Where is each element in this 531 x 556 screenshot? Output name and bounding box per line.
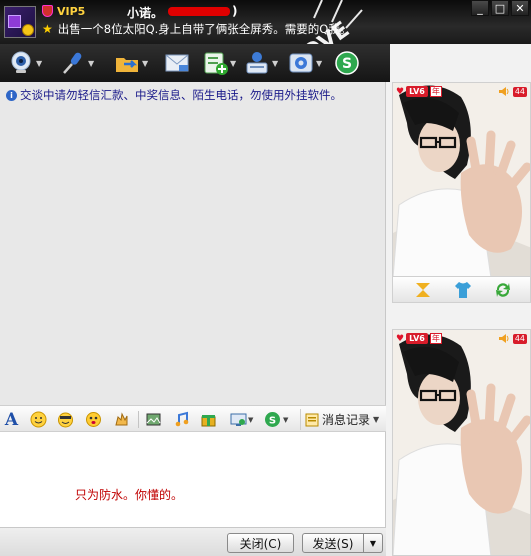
video-call-icon (11, 51, 31, 73)
settings-button[interactable]: ▼ (288, 48, 322, 78)
smiley-status-icon (22, 24, 34, 36)
draft-message-text: 只为防水。你懂的。 (75, 488, 184, 502)
chevron-down-icon[interactable]: ▼ (373, 415, 379, 424)
file-transfer-icon (116, 58, 138, 72)
close-icon[interactable]: ✕ (511, 0, 529, 16)
volume-value: 44 (512, 86, 527, 97)
vip-badge: VIP5 (42, 4, 85, 18)
soso-search-button[interactable]: S (334, 48, 360, 78)
security-notice: i 交谈中请勿轻信汇款、中奖信息、陌生电话，勿使用外挂软件。 (6, 87, 342, 103)
email-button[interactable] (164, 48, 190, 78)
chevron-down-icon[interactable]: ▼ (88, 59, 94, 68)
settings-icon (289, 53, 313, 73)
toolbar-divider (138, 411, 139, 428)
window-controls: _ □ ✕ (471, 0, 529, 16)
email-icon (165, 54, 189, 72)
redacted-id (168, 7, 230, 16)
level-badge: ♥ LV6 年 (396, 333, 442, 344)
speaker-icon (498, 87, 509, 96)
signature-text: 出售一个8位太阳Q.身上自带了俩张全屏秀。需要的Q我。 (57, 22, 352, 36)
search-s-icon: S (335, 51, 359, 75)
info-card-button[interactable]: ▼ (244, 48, 278, 78)
contact-signature: ★ 出售一个8位太阳Q.身上自带了俩张全屏秀。需要的Q我。 (42, 22, 351, 36)
refresh-icon[interactable] (493, 280, 513, 300)
level-label: LV6 (406, 86, 428, 97)
screenshot-icon[interactable] (144, 410, 163, 429)
smiley-icon[interactable] (29, 410, 48, 429)
chevron-down-icon[interactable]: ▼ (142, 59, 148, 68)
input-format-toolbar: A ▼ S ▼ 消息记录 ▼ (0, 405, 386, 432)
avatar-inner-icon (8, 15, 21, 28)
volume-value: 44 (512, 333, 527, 344)
add-contact-button[interactable]: ▼ (202, 48, 236, 78)
my-video-show[interactable]: ♥ LV6 年 44 (392, 329, 531, 556)
info-card-icon (246, 52, 268, 74)
add-contact-icon (204, 52, 228, 75)
main-toolbar: ▼ ▼ ▼ ▼ ▼ ▼ S (0, 44, 390, 82)
vip-label: VIP5 (57, 4, 86, 18)
video-tools-bar (392, 277, 531, 303)
star-icon: ★ (42, 22, 53, 36)
vip-crown-icon (42, 5, 53, 17)
action-bar: 关闭(C) 发送(S) ▼ (0, 527, 386, 556)
screen-share-icon[interactable] (229, 410, 248, 429)
history-label: 消息记录 (322, 413, 371, 427)
volume-indicator[interactable]: 44 (498, 333, 527, 344)
heart-icon: ♥ (396, 86, 405, 97)
chevron-down-icon[interactable]: ▼ (316, 59, 322, 68)
contact-video-show[interactable]: ♥ LV6 年 44 (392, 82, 531, 277)
my-photo-image (393, 330, 530, 555)
maximize-icon[interactable]: □ (491, 0, 509, 16)
heart-icon: ♥ (396, 333, 405, 344)
level-label: LV6 (406, 333, 428, 344)
voice-call-button[interactable]: ▼ (60, 48, 94, 78)
voice-call-icon (63, 52, 82, 74)
contact-nickname[interactable]: 小诺。 (127, 4, 163, 21)
send-button[interactable]: 发送(S) (302, 533, 364, 553)
chevron-down-icon: ▼ (369, 538, 377, 548)
chevron-down-icon[interactable]: ▼ (272, 59, 278, 68)
close-button[interactable]: 关闭(C) (227, 533, 294, 553)
music-icon[interactable] (172, 410, 191, 429)
year-badge: 年 (429, 333, 442, 344)
speaker-icon (498, 334, 509, 343)
message-history-button[interactable]: 消息记录 ▼ (300, 409, 383, 430)
minimize-icon[interactable]: _ (471, 0, 489, 16)
year-badge: 年 (429, 86, 442, 97)
svg-text:S: S (342, 56, 352, 72)
gift-icon[interactable] (199, 410, 218, 429)
video-panel: ♥ LV6 年 44 ♥ LV6 年 44 (386, 82, 531, 556)
contact-avatar[interactable] (4, 6, 36, 38)
info-icon: i (6, 89, 17, 101)
chat-history-panel[interactable]: i 交谈中请勿轻信汇款、中奖信息、陌生电话，勿使用外挂软件。 (0, 82, 386, 405)
chevron-down-icon[interactable]: ▼ (248, 416, 253, 424)
security-notice-text: 交谈中请勿轻信汇款、中奖信息、陌生电话，勿使用外挂软件。 (20, 88, 342, 102)
svg-text:S: S (269, 416, 276, 427)
font-icon[interactable]: A (2, 410, 21, 430)
contact-photo-image (393, 83, 530, 276)
soso-icon[interactable]: S (263, 410, 282, 429)
history-icon (305, 413, 319, 426)
message-input[interactable]: 只为防水。你懂的。 (0, 432, 386, 527)
sticker-icon[interactable] (56, 410, 75, 429)
flip-icon[interactable] (413, 280, 433, 300)
shake-icon[interactable] (112, 410, 131, 429)
volume-indicator[interactable]: 44 (498, 86, 527, 97)
video-call-button[interactable]: ▼ (8, 48, 42, 78)
file-transfer-button[interactable]: ▼ (114, 48, 148, 78)
shirt-icon[interactable] (453, 280, 473, 300)
magic-emoticon-icon[interactable] (84, 410, 103, 429)
chevron-down-icon[interactable]: ▼ (230, 59, 236, 68)
chevron-down-icon[interactable]: ▼ (283, 416, 288, 424)
chevron-down-icon[interactable]: ▼ (36, 59, 42, 68)
chat-window-header: VIP5 小诺。 ) ★ 出售一个8位太阳Q.身上自带了俩张全屏秀。需要的Q我。… (0, 0, 531, 109)
send-options-dropdown[interactable]: ▼ (363, 533, 383, 553)
level-badge: ♥ LV6 年 (396, 86, 442, 97)
nickname-suffix: ) (232, 4, 238, 18)
